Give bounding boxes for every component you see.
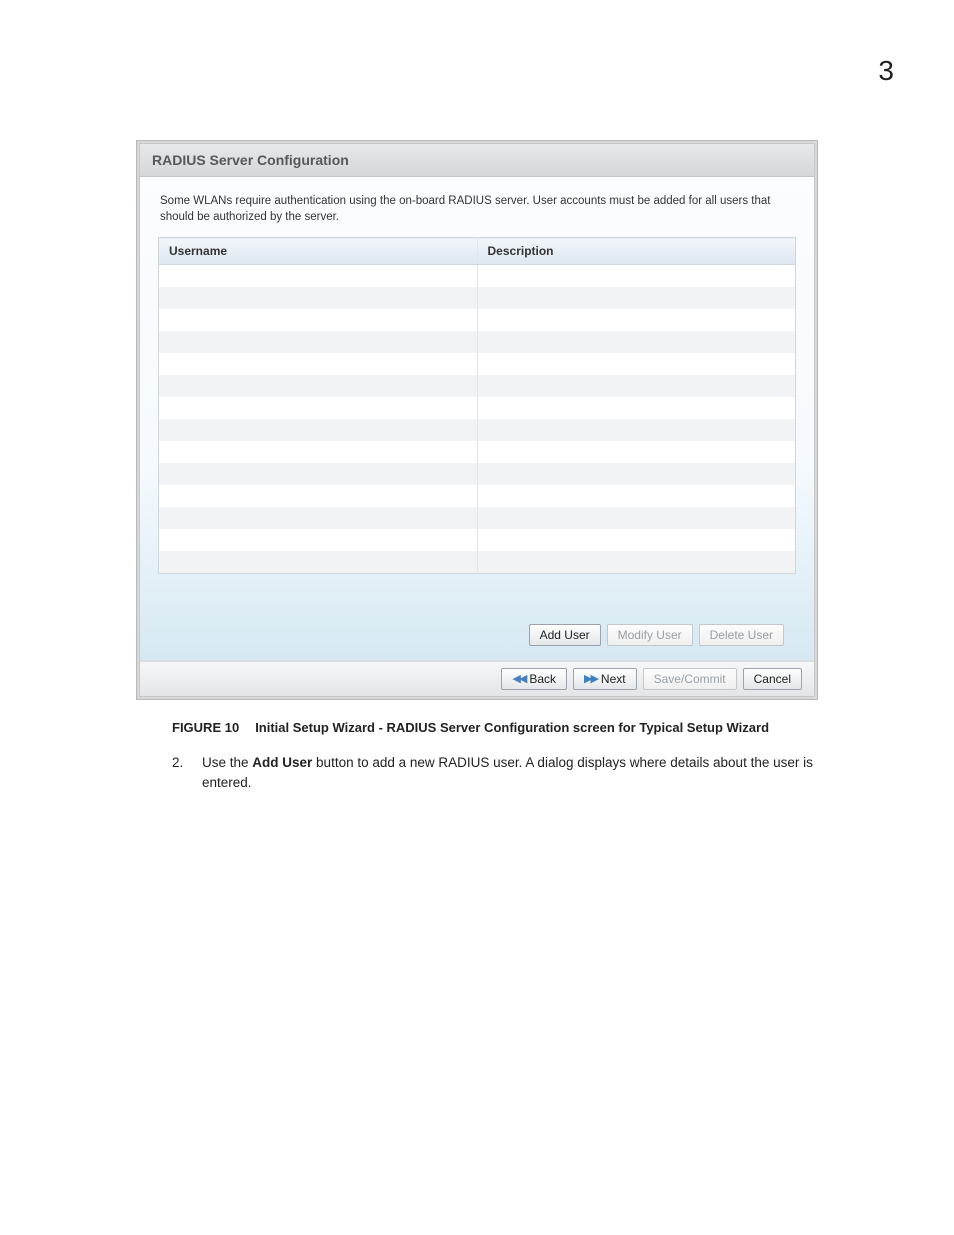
- table-row[interactable]: [159, 287, 796, 309]
- table-row[interactable]: [159, 507, 796, 529]
- wizard-footer: ◀◀ Back ▶▶ Next Save/Commit Cancel: [140, 660, 814, 696]
- step-2: 2. Use the Add User button to add a new …: [136, 753, 818, 794]
- table-row[interactable]: [159, 551, 796, 574]
- table-cell: [159, 397, 478, 419]
- table-row[interactable]: [159, 375, 796, 397]
- table-cell: [477, 419, 796, 441]
- user-buttons: Add User Modify User Delete User: [158, 574, 796, 660]
- step-pre: Use the: [202, 755, 252, 770]
- table-cell: [159, 309, 478, 331]
- table-cell: [159, 419, 478, 441]
- dialog: RADIUS Server Configuration Some WLANs r…: [139, 143, 815, 697]
- table-cell: [159, 265, 478, 288]
- figure-text: Initial Setup Wizard - RADIUS Server Con…: [255, 720, 769, 735]
- add-user-button[interactable]: Add User: [529, 624, 601, 646]
- table-cell: [477, 375, 796, 397]
- table-cell: [159, 463, 478, 485]
- back-button[interactable]: ◀◀ Back: [501, 668, 567, 690]
- figure-label: FIGURE 10: [172, 720, 239, 735]
- table-cell: [477, 441, 796, 463]
- table-cell: [477, 331, 796, 353]
- cancel-button[interactable]: Cancel: [743, 668, 802, 690]
- table-cell: [477, 463, 796, 485]
- table-cell: [477, 507, 796, 529]
- user-table-body: [159, 265, 796, 574]
- table-cell: [159, 485, 478, 507]
- next-button[interactable]: ▶▶ Next: [573, 668, 637, 690]
- modify-user-button[interactable]: Modify User: [607, 624, 693, 646]
- table-cell: [477, 353, 796, 375]
- table-row[interactable]: [159, 331, 796, 353]
- page-number: 3: [878, 55, 894, 87]
- table-row[interactable]: [159, 353, 796, 375]
- table-cell: [159, 441, 478, 463]
- table-cell: [477, 265, 796, 288]
- table-row[interactable]: [159, 463, 796, 485]
- table-cell: [477, 309, 796, 331]
- table-row[interactable]: [159, 397, 796, 419]
- col-description[interactable]: Description: [477, 238, 796, 265]
- table-cell: [159, 375, 478, 397]
- user-table: Username Description: [158, 237, 796, 574]
- table-row[interactable]: [159, 441, 796, 463]
- table-row[interactable]: [159, 265, 796, 288]
- panel-title: RADIUS Server Configuration: [140, 144, 814, 177]
- step-text: Use the Add User button to add a new RAD…: [202, 753, 818, 794]
- step-bold: Add User: [252, 755, 312, 770]
- table-cell: [159, 507, 478, 529]
- table-row[interactable]: [159, 485, 796, 507]
- table-cell: [477, 287, 796, 309]
- back-label: Back: [529, 672, 556, 686]
- save-commit-button[interactable]: Save/Commit: [643, 668, 737, 690]
- rewind-icon: ◀◀: [512, 674, 525, 685]
- table-cell: [477, 485, 796, 507]
- table-cell: [477, 551, 796, 574]
- delete-user-button[interactable]: Delete User: [699, 624, 784, 646]
- table-cell: [477, 397, 796, 419]
- figure-caption: FIGURE 10 Initial Setup Wizard - RADIUS …: [136, 720, 818, 735]
- table-cell: [159, 287, 478, 309]
- table-row[interactable]: [159, 529, 796, 551]
- table-cell: [159, 353, 478, 375]
- next-label: Next: [601, 672, 626, 686]
- intro-text: Some WLANs require authentication using …: [158, 187, 796, 237]
- table-cell: [159, 551, 478, 574]
- screenshot-frame: RADIUS Server Configuration Some WLANs r…: [136, 140, 818, 700]
- page: 3 RADIUS Server Configuration Some WLANs…: [0, 0, 954, 1235]
- table-cell: [159, 331, 478, 353]
- col-username[interactable]: Username: [159, 238, 478, 265]
- table-row[interactable]: [159, 309, 796, 331]
- panel-body: Some WLANs require authentication using …: [140, 177, 814, 660]
- table-cell: [159, 529, 478, 551]
- step-number: 2.: [172, 753, 188, 794]
- table-cell: [477, 529, 796, 551]
- forward-icon: ▶▶: [584, 674, 597, 685]
- table-row[interactable]: [159, 419, 796, 441]
